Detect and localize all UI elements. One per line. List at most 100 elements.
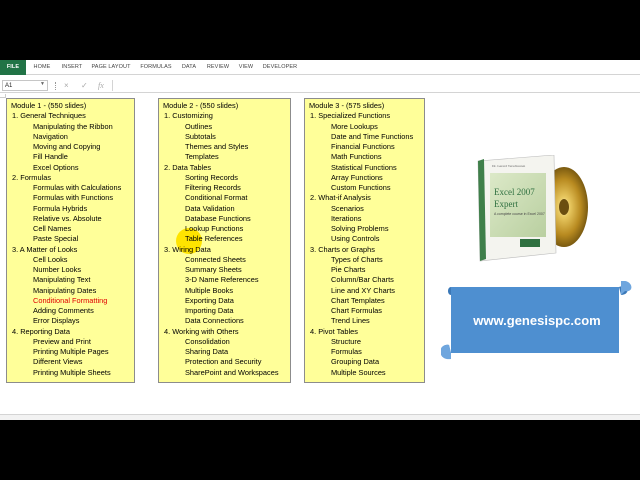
topic-item: Different Views <box>33 357 83 367</box>
topic-item: Date and Time Functions <box>331 131 414 141</box>
topic-item: SharePoint and Workspaces <box>185 367 279 377</box>
section-heading: 2. Formulas <box>12 172 52 182</box>
topic-item: Lookup Functions <box>185 224 244 233</box>
topic-item: Printing Multiple Sheets <box>33 367 111 377</box>
tab-file[interactable]: FILE <box>0 60 26 75</box>
topic-item: Paste Special <box>33 234 79 244</box>
tab-developer[interactable]: DEVELOPER <box>260 60 300 75</box>
worksheet[interactable]: Module 1 - (550 slides) 1. General Techni… <box>0 94 640 414</box>
cancel-icon[interactable]: × <box>64 80 69 92</box>
topic-item: Formula Hybrids <box>33 203 88 213</box>
topic-item: Cell Looks <box>33 254 68 264</box>
topic-item: Pie Charts <box>331 265 366 274</box>
topic-item: Manipulating Dates <box>33 285 97 295</box>
excel-window: FILE HOME INSERT PAGE LAYOUT FORMULAS DA… <box>0 60 640 420</box>
module-3-box: Module 3 - (575 slides) 1. Specialized Fu… <box>304 98 425 383</box>
section-heading: 3. A Matter of Looks <box>12 244 78 254</box>
section-heading: 1. Specialized Functions <box>310 111 391 121</box>
topic-item: Error Displays <box>33 316 80 326</box>
formula-input[interactable] <box>112 80 638 91</box>
insert-function-icon[interactable]: fx <box>98 80 104 92</box>
publisher-logo <box>520 239 540 247</box>
formula-bar-divider <box>55 82 56 90</box>
topic-item: Iterations <box>331 213 362 223</box>
module-3-title: Module 3 - (575 slides) <box>309 101 385 110</box>
module-1-title: Module 1 - (550 slides) <box>11 101 87 110</box>
tab-page-layout[interactable]: PAGE LAYOUT <box>90 60 132 75</box>
topic-item: Importing Data <box>185 306 234 315</box>
topic-item: Trend Lines <box>331 316 370 326</box>
topic-item: Math Functions <box>331 152 382 162</box>
module-2-box: Module 2 - (550 slides) 1. Customizing Out… <box>158 98 291 383</box>
topic-item: Themes and Styles <box>185 142 249 151</box>
topic-item: Formulas with Functions <box>33 193 114 203</box>
topic-item: Connected Sheets <box>185 254 246 264</box>
module-1-box: Module 1 - (550 slides) 1. General Techni… <box>6 98 135 383</box>
section-heading: 3. Wiring Data <box>164 244 211 254</box>
topic-item: Scenarios <box>331 203 364 213</box>
section-heading: 4. Reporting Data <box>12 326 70 336</box>
topic-item: Manipulating Text <box>33 275 91 285</box>
topic-item: Custom Functions <box>331 183 391 192</box>
product-author: Dr. Gerard Verschuuren <box>492 164 526 168</box>
topic-item: Number Looks <box>33 265 82 274</box>
topic-item: Fill Handle <box>33 152 68 162</box>
topic-item: Structure <box>331 336 361 346</box>
topic-item: Subtotals <box>185 131 216 141</box>
topic-item: Formulas with Calculations <box>33 183 122 192</box>
topic-item: Manipulating the Ribbon <box>33 121 113 131</box>
topic-item: Formulas <box>331 347 362 356</box>
topic-item: Database Functions <box>185 213 251 223</box>
topic-item: Preview and Print <box>33 336 91 346</box>
topic-item: Adding Comments <box>33 306 94 315</box>
product-box-image: Dr. Gerard Verschuuren Excel 2007 Expert… <box>477 155 588 262</box>
topic-item: Grouping Data <box>331 357 380 367</box>
topic-item: Filtering Records <box>185 183 241 192</box>
topic-item: Conditional Format <box>185 193 248 203</box>
product-title-line2: Expert <box>494 199 518 209</box>
section-heading: 2. Data Tables <box>164 162 212 172</box>
ribbon-tabs: FILE HOME INSERT PAGE LAYOUT FORMULAS DA… <box>0 60 640 75</box>
topic-item: More Lookups <box>331 121 378 131</box>
topic-item: Exporting Data <box>185 295 234 305</box>
topic-item: Navigation <box>33 131 68 141</box>
topic-item: Chart Templates <box>331 295 385 305</box>
topic-item: Solving Problems <box>331 224 389 233</box>
topic-item: Array Functions <box>331 172 383 182</box>
topic-item: Templates <box>185 152 219 162</box>
topic-item: Sharing Data <box>185 347 229 356</box>
section-heading: 2. What-if Analysis <box>310 193 371 203</box>
topic-item: Cell Names <box>33 224 72 233</box>
section-heading: 1. General Techniques <box>12 111 86 121</box>
video-frame: FILE HOME INSERT PAGE LAYOUT FORMULAS DA… <box>0 0 640 480</box>
topic-item: Summary Sheets <box>185 265 242 274</box>
topic-item: Statistical Functions <box>331 162 397 172</box>
topic-item: 3-D Name References <box>185 275 259 285</box>
topic-item: Protection and Security <box>185 357 262 367</box>
topic-item: Line and XY Charts <box>331 285 395 295</box>
topic-item: Financial Functions <box>331 142 395 151</box>
tab-home[interactable]: HOME <box>30 60 54 75</box>
tab-data[interactable]: DATA <box>178 60 200 75</box>
tab-view[interactable]: VIEW <box>236 60 256 75</box>
tab-formulas[interactable]: FORMULAS <box>138 60 174 75</box>
topic-item: Moving and Copying <box>33 142 101 151</box>
topic-item: Data Validation <box>185 203 235 213</box>
topic-item: Consolidation <box>185 336 230 346</box>
chevron-down-icon[interactable]: ▼ <box>40 81 45 87</box>
topic-item: Table References <box>185 234 243 244</box>
topic-item: Conditional Formatting <box>33 295 108 305</box>
product-subtitle: A complete course in Excel 2007 <box>494 212 545 216</box>
product-title-line1: Excel 2007 <box>494 187 535 197</box>
topic-item: Multiple Sources <box>331 367 386 377</box>
topic-item: Printing Multiple Pages <box>33 347 109 356</box>
topic-item: Column/Bar Charts <box>331 275 394 285</box>
section-heading: 4. Pivot Tables <box>310 326 358 336</box>
tab-insert[interactable]: INSERT <box>58 60 86 75</box>
formula-bar: A1 ▼ × ✓ fx <box>0 79 640 93</box>
topic-item: Types of Charts <box>331 254 383 264</box>
topic-item: Sorting Records <box>185 172 238 182</box>
tab-review[interactable]: REVIEW <box>204 60 232 75</box>
topic-item: Using Controls <box>331 234 380 244</box>
enter-icon[interactable]: ✓ <box>81 80 88 92</box>
